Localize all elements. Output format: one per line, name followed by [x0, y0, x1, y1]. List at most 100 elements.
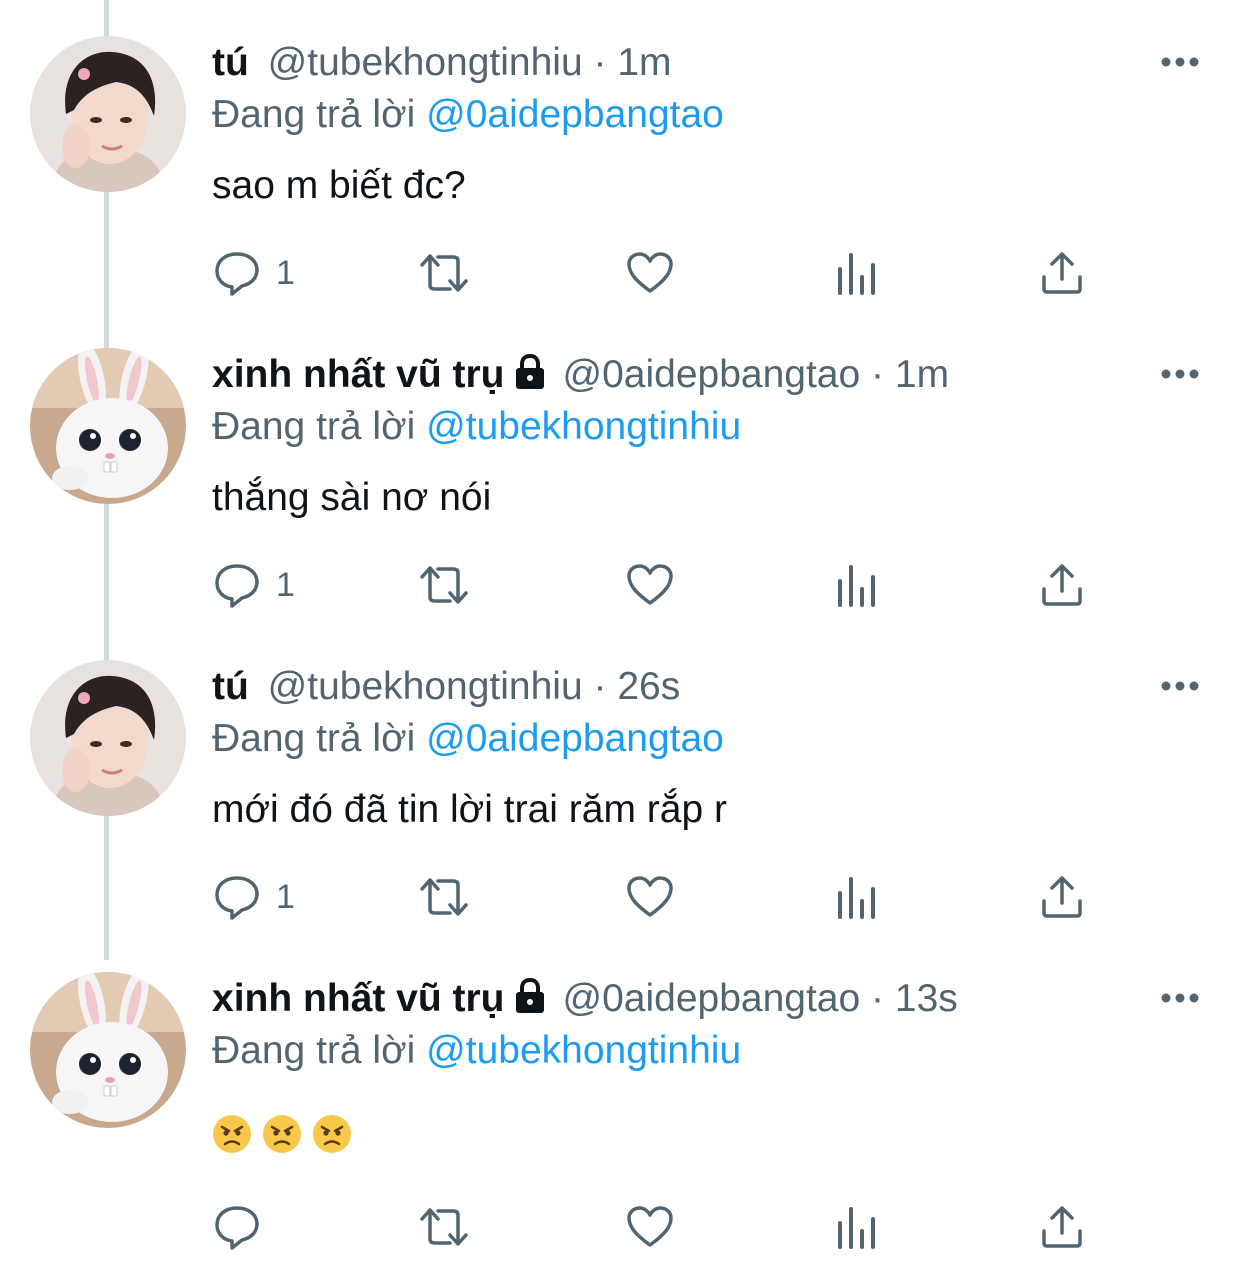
- timestamp[interactable]: 1m: [617, 41, 671, 84]
- views-button[interactable]: [836, 560, 878, 610]
- timestamp[interactable]: 1m: [895, 353, 949, 396]
- more-icon[interactable]: [1158, 664, 1202, 708]
- like-icon: [627, 252, 673, 293]
- separator-dot: ·: [593, 41, 607, 84]
- replying-to-label: Đang trả lời: [212, 717, 416, 760]
- replying-to: Đang trả lời @0aidepbangtao: [212, 90, 724, 140]
- views-button[interactable]: [836, 872, 878, 922]
- display-name[interactable]: tú: [212, 41, 249, 84]
- views-button[interactable]: [836, 248, 878, 298]
- angry-face-icon: [313, 1115, 351, 1153]
- replying-to-label: Đang trả lời: [212, 405, 416, 448]
- mention-link[interactable]: @0aidepbangtao: [426, 93, 724, 136]
- reply-count: 1: [276, 877, 295, 916]
- retweet-icon: [420, 566, 468, 604]
- tweet[interactable]: xinh nhất vũ trụ @0aidepbangtao · 1m Đang…: [0, 312, 1242, 624]
- tweet-text: thắng sài nơ nói: [212, 476, 492, 519]
- share-icon: [1042, 876, 1082, 918]
- tweet-actions: [212, 1202, 1112, 1252]
- reply-button[interactable]: [212, 1202, 276, 1252]
- like-icon: [627, 564, 673, 605]
- mention-link[interactable]: @0aidepbangtao: [426, 717, 724, 760]
- share-icon: [1042, 1206, 1082, 1248]
- retweet-button[interactable]: [416, 1202, 472, 1252]
- share-button[interactable]: [1040, 248, 1084, 298]
- views-icon: [838, 877, 875, 919]
- tweet-thread: tú @tubekhongtinhiu · 1m Đang trả lời @0…: [0, 0, 1242, 1273]
- tweet-header: xinh nhất vũ trụ @0aidepbangtao · 1m: [212, 350, 949, 400]
- retweet-button[interactable]: [416, 872, 472, 922]
- tweet-text: sao m biết đc?: [212, 164, 466, 207]
- reply-icon: [215, 564, 259, 608]
- lock-icon: [511, 977, 549, 1028]
- tweet[interactable]: tú @tubekhongtinhiu · 1m Đang trả lời @0…: [0, 0, 1242, 312]
- user-handle[interactable]: @0aidepbangtao: [563, 977, 861, 1020]
- separator-dot: ·: [593, 665, 607, 708]
- replying-to: Đang trả lời @0aidepbangtao: [212, 714, 724, 764]
- tweet[interactable]: xinh nhất vũ trụ @0aidepbangtao · 13s Đan…: [0, 936, 1242, 1273]
- separator-dot: ·: [871, 353, 885, 396]
- retweet-button[interactable]: [416, 248, 472, 298]
- views-icon: [838, 1207, 875, 1249]
- tweet-header: tú @tubekhongtinhiu · 1m: [212, 38, 672, 88]
- avatar[interactable]: [30, 972, 186, 1128]
- reply-count: 1: [276, 565, 295, 604]
- like-button[interactable]: [626, 248, 674, 298]
- share-icon: [1042, 564, 1082, 606]
- replying-to-label: Đang trả lời: [212, 1029, 416, 1072]
- avatar[interactable]: [30, 36, 186, 192]
- views-button[interactable]: [836, 1202, 878, 1252]
- reply-icon: [215, 876, 259, 920]
- tweet[interactable]: tú @tubekhongtinhiu · 26s Đang trả lời @…: [0, 624, 1242, 936]
- share-button[interactable]: [1040, 560, 1084, 610]
- views-icon: [838, 253, 875, 295]
- separator-dot: ·: [871, 977, 885, 1020]
- display-name[interactable]: xinh nhất vũ trụ: [212, 977, 505, 1020]
- tweet-emojis: [212, 1114, 352, 1166]
- replying-to: Đang trả lời @tubekhongtinhiu: [212, 402, 741, 452]
- reply-button[interactable]: 1: [212, 560, 295, 610]
- timestamp[interactable]: 13s: [895, 977, 958, 1020]
- like-icon: [627, 1206, 673, 1247]
- share-button[interactable]: [1040, 872, 1084, 922]
- reply-icon: [215, 1206, 259, 1250]
- angry-face-icon: [213, 1115, 251, 1153]
- tweet-actions: 1: [212, 248, 1112, 298]
- like-button[interactable]: [626, 560, 674, 610]
- reply-button[interactable]: 1: [212, 248, 295, 298]
- replying-to: Đang trả lời @tubekhongtinhiu: [212, 1026, 741, 1076]
- timestamp[interactable]: 26s: [617, 665, 680, 708]
- tweet-text: mới đó đã tin lời trai răm rắp r: [212, 788, 727, 831]
- lock-icon: [511, 353, 549, 404]
- share-icon: [1042, 252, 1082, 294]
- reply-button[interactable]: 1: [212, 872, 295, 922]
- more-icon[interactable]: [1158, 352, 1202, 396]
- tweet-actions: 1: [212, 872, 1112, 922]
- like-button[interactable]: [626, 1202, 674, 1252]
- angry-face-icon: [263, 1115, 301, 1153]
- tweet-header: tú @tubekhongtinhiu · 26s: [212, 662, 680, 712]
- mention-link[interactable]: @tubekhongtinhiu: [426, 1029, 741, 1072]
- display-name[interactable]: xinh nhất vũ trụ: [212, 353, 505, 396]
- retweet-icon: [420, 1208, 468, 1246]
- more-icon[interactable]: [1158, 976, 1202, 1020]
- retweet-icon: [420, 254, 468, 292]
- views-icon: [838, 565, 875, 607]
- user-handle[interactable]: @tubekhongtinhiu: [268, 41, 583, 84]
- tweet-actions: 1: [212, 560, 1112, 610]
- more-icon[interactable]: [1158, 40, 1202, 84]
- display-name[interactable]: tú: [212, 665, 249, 708]
- user-handle[interactable]: @0aidepbangtao: [563, 353, 861, 396]
- retweet-icon: [420, 878, 468, 916]
- avatar[interactable]: [30, 660, 186, 816]
- like-icon: [627, 876, 673, 917]
- reply-icon: [215, 252, 259, 296]
- retweet-button[interactable]: [416, 560, 472, 610]
- reply-count: 1: [276, 253, 295, 292]
- user-handle[interactable]: @tubekhongtinhiu: [268, 665, 583, 708]
- avatar[interactable]: [30, 348, 186, 504]
- tweet-header: xinh nhất vũ trụ @0aidepbangtao · 13s: [212, 974, 958, 1024]
- mention-link[interactable]: @tubekhongtinhiu: [426, 405, 741, 448]
- like-button[interactable]: [626, 872, 674, 922]
- share-button[interactable]: [1040, 1202, 1084, 1252]
